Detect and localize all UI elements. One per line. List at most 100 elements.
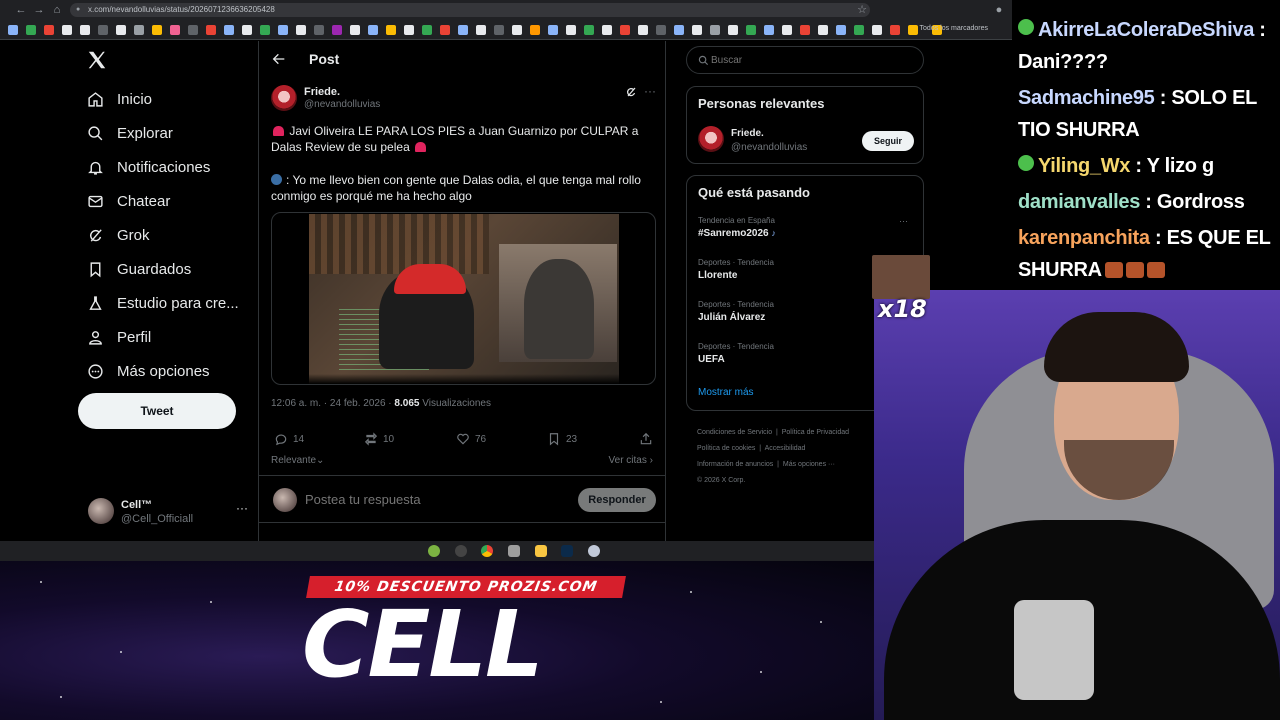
address-bar[interactable]: ● x.com/nevandolluvias/status/2026071236… <box>70 3 870 17</box>
bookmark-icon[interactable] <box>170 25 180 35</box>
bookmark-icon[interactable] <box>44 25 54 35</box>
bookmark-icon[interactable] <box>62 25 72 35</box>
bookmark-icon[interactable] <box>332 25 342 35</box>
bookmark-icon[interactable] <box>386 25 396 35</box>
bookmark-icon[interactable] <box>656 25 666 35</box>
app-icon[interactable] <box>588 545 600 557</box>
bookmark-icon[interactable] <box>116 25 126 35</box>
bookmark-icon[interactable] <box>908 25 918 35</box>
post-timestamp[interactable]: 12:06 a. m. · 24 feb. 2026 · <box>271 398 392 409</box>
bookmark-icon[interactable] <box>314 25 324 35</box>
search-box[interactable] <box>686 46 924 74</box>
tweet-button[interactable]: Tweet <box>78 393 236 429</box>
reply-action[interactable]: 14 <box>274 432 304 446</box>
bookmark-icon[interactable] <box>800 25 810 35</box>
app-icon[interactable] <box>428 545 440 557</box>
avatar[interactable] <box>698 126 724 152</box>
relevant-user-name[interactable]: Friede. <box>731 128 764 139</box>
footer-link[interactable]: Información de anuncios <box>697 461 773 468</box>
profile-icon[interactable]: ● <box>992 3 1006 17</box>
bookmark-icon[interactable] <box>746 25 756 35</box>
grok-icon[interactable] <box>625 86 637 98</box>
share-action[interactable] <box>639 432 658 446</box>
nav-item-more[interactable]: Más opciones <box>86 359 210 383</box>
bookmark-icon[interactable] <box>782 25 792 35</box>
bookmark-icon[interactable] <box>602 25 612 35</box>
bookmark-icon[interactable] <box>476 25 486 35</box>
nav-item-explore[interactable]: Explorar <box>86 121 173 145</box>
bookmark-icon[interactable] <box>458 25 468 35</box>
bookmark-icon[interactable] <box>512 25 522 35</box>
bookmark-icon[interactable] <box>728 25 738 35</box>
back-icon[interactable]: ← <box>14 3 28 17</box>
footer-link[interactable]: Accesibilidad <box>765 445 806 452</box>
bookmark-icon[interactable] <box>188 25 198 35</box>
photoshop-icon[interactable] <box>561 545 573 557</box>
show-more-link[interactable]: Mostrar más <box>698 387 754 398</box>
chrome-icon[interactable] <box>481 545 493 557</box>
folder-icon[interactable] <box>535 545 547 557</box>
bookmark-icon[interactable] <box>278 25 288 35</box>
author-handle[interactable]: @nevandolluvias <box>304 99 380 110</box>
bookmark-icon[interactable] <box>674 25 684 35</box>
home-icon[interactable]: ⌂ <box>50 3 64 17</box>
bookmark-icon[interactable] <box>134 25 144 35</box>
post-video[interactable] <box>271 212 656 385</box>
bookmark-icon[interactable] <box>368 25 378 35</box>
nav-item-home[interactable]: Inicio <box>86 87 152 111</box>
trend-item[interactable]: Tendencia en España #Sanremo2026 ♪ ··· <box>698 216 908 248</box>
nav-item-grok[interactable]: Grok <box>86 223 150 247</box>
nav-item-bookmarks[interactable]: Guardados <box>86 257 191 281</box>
nav-item-chat[interactable]: Chatear <box>86 189 170 213</box>
bookmark-icon[interactable] <box>242 25 252 35</box>
author-avatar[interactable] <box>271 85 297 111</box>
bookmark-icon[interactable] <box>890 25 900 35</box>
relevant-user-handle[interactable]: @nevandolluvias <box>731 142 807 153</box>
footer-link[interactable]: Política de Privacidad <box>782 429 849 436</box>
bookmark-icon[interactable] <box>296 25 306 35</box>
bookmark-icon[interactable] <box>854 25 864 35</box>
bookmark-icon[interactable] <box>764 25 774 35</box>
bookmark-icon[interactable] <box>566 25 576 35</box>
bookmark-icon[interactable] <box>440 25 450 35</box>
repost-action[interactable]: 10 <box>364 432 394 446</box>
all-bookmarks-label[interactable]: Todos los marcadores <box>920 25 988 32</box>
bookmark-icon[interactable] <box>638 25 648 35</box>
follow-button[interactable]: Seguir <box>862 131 914 151</box>
bookmark-icon[interactable] <box>206 25 216 35</box>
footer-link[interactable]: Condiciones de Servicio <box>697 429 772 436</box>
bookmark-icon[interactable] <box>584 25 594 35</box>
bookmark-icon[interactable] <box>80 25 90 35</box>
forward-icon[interactable]: → <box>32 3 46 17</box>
reply-button[interactable]: Responder <box>578 488 656 512</box>
reply-input[interactable] <box>305 492 565 507</box>
nav-item-profile[interactable]: Perfil <box>86 325 151 349</box>
bookmark-icon[interactable] <box>620 25 630 35</box>
bookmark-icon[interactable] <box>710 25 720 35</box>
nav-item-creator-studio[interactable]: Estudio para cre... <box>86 291 239 315</box>
footer-link[interactable]: Política de cookies <box>697 445 755 452</box>
bookmark-icon[interactable] <box>26 25 36 35</box>
footer-link[interactable]: Más opciones ··· <box>783 461 835 468</box>
see-quotes-link[interactable]: Ver citas › <box>609 455 653 466</box>
bookmark-icon[interactable] <box>350 25 360 35</box>
more-dots-icon[interactable]: ··· <box>644 84 656 98</box>
nav-item-notifications[interactable]: Notificaciones <box>86 155 210 179</box>
bookmark-icon[interactable] <box>224 25 234 35</box>
bookmark-action[interactable]: 23 <box>547 432 577 446</box>
bookmark-icon[interactable] <box>836 25 846 35</box>
x-logo-icon[interactable] <box>86 49 108 71</box>
more-dots-icon[interactable]: ··· <box>236 501 248 515</box>
sort-dropdown[interactable]: Relevante⌄ <box>271 455 324 466</box>
bookmark-icon[interactable] <box>872 25 882 35</box>
bookmark-icon[interactable] <box>818 25 828 35</box>
account-switcher[interactable]: Cell™ @Cell_Officiall ··· <box>86 493 248 529</box>
author-name[interactable]: Friede. <box>304 86 340 98</box>
back-arrow-icon[interactable] <box>271 51 287 67</box>
bookmark-icon[interactable] <box>152 25 162 35</box>
app-icon[interactable] <box>455 545 467 557</box>
bookmark-icon[interactable] <box>530 25 540 35</box>
search-input[interactable] <box>711 52 911 68</box>
bookmark-icon[interactable] <box>8 25 18 35</box>
star-icon[interactable]: ☆ <box>855 3 869 17</box>
